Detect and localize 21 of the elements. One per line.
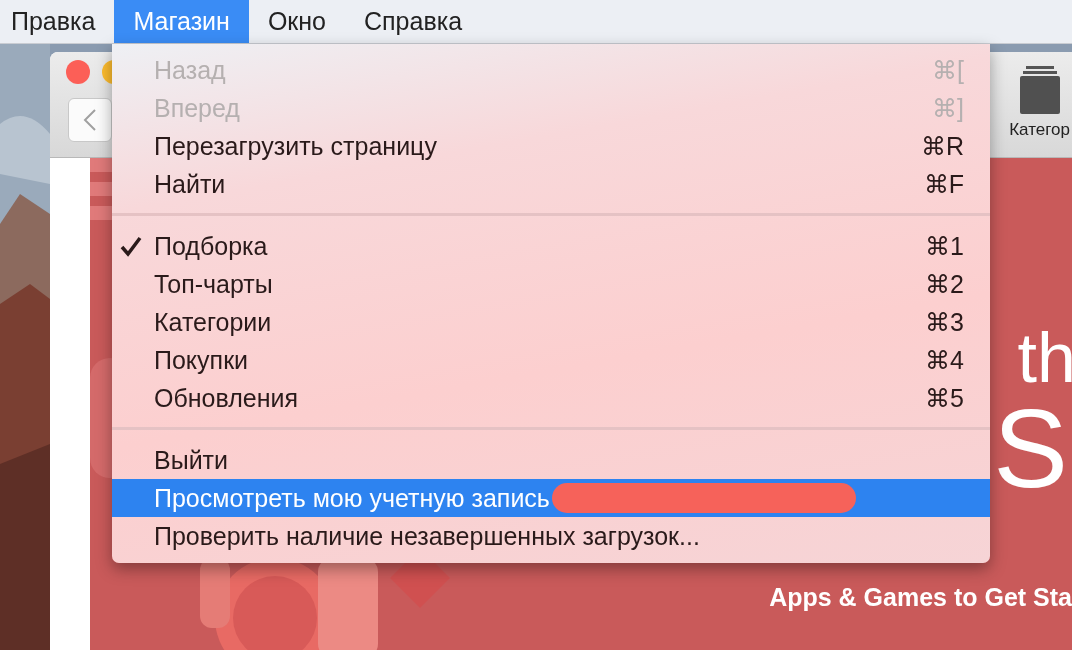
menu-item[interactable]: Перезагрузить страницу ⌘R	[112, 127, 990, 165]
toolbar-label[interactable]: Категор	[1009, 120, 1070, 140]
menu-item[interactable]: Топ-чарты ⌘2	[112, 265, 990, 303]
menu-bar-item[interactable]: Справка	[345, 0, 482, 43]
menu-item[interactable]: Выйти	[112, 441, 990, 479]
close-button[interactable]	[66, 60, 90, 84]
menu-item[interactable]: Подборка ⌘1	[112, 227, 990, 265]
banner-headline: th	[1017, 323, 1072, 393]
stack-icon	[1017, 66, 1062, 114]
menu-item[interactable]: Категории ⌘3	[112, 303, 990, 341]
menu-item[interactable]: Обновления ⌘5	[112, 379, 990, 417]
menu-item[interactable]: Проверить наличие незавершенных загрузок...	[112, 517, 990, 555]
menu-item[interactable]: Просмотреть мою учетную запись	[112, 479, 990, 517]
banner-headline: S	[993, 393, 1068, 505]
menu-item[interactable]: Найти ⌘F	[112, 165, 990, 203]
menu-bar-item[interactable]: Правка	[0, 0, 115, 43]
back-button[interactable]	[68, 98, 112, 142]
menu-item[interactable]: Покупки ⌘4	[112, 341, 990, 379]
banner-caption: Apps & Games to Get Sta	[769, 583, 1072, 612]
chevron-left-icon	[83, 108, 97, 132]
menu-bar-item[interactable]: Окно	[248, 0, 345, 43]
